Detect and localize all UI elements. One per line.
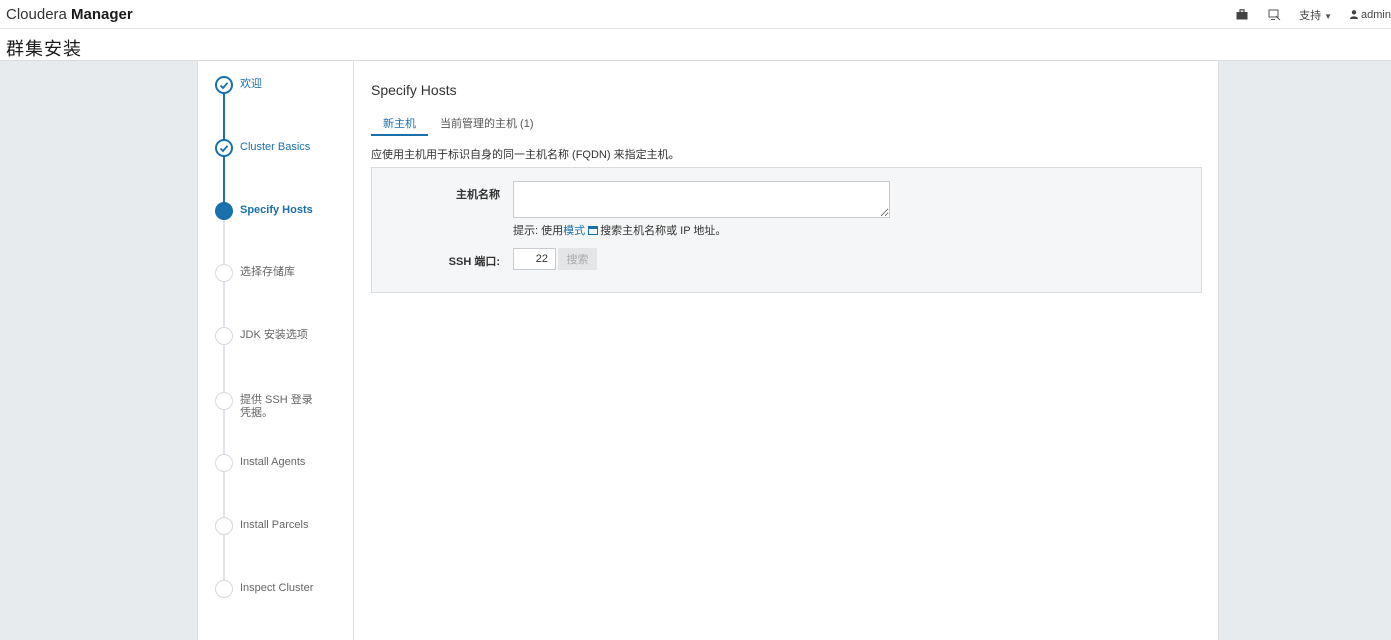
step-select-repository: 选择存储库 xyxy=(215,264,350,282)
hostname-label: 主机名称 xyxy=(456,189,500,201)
user-menu[interactable]: admin xyxy=(1350,9,1391,21)
step-label: 提供 SSH 登录凭据。 xyxy=(240,394,313,419)
step-label: Inspect Cluster xyxy=(240,582,314,594)
step-install-parcels: Install Parcels xyxy=(215,517,350,535)
main-content: Specify Hosts 新主机 当前管理的主机 (1) 应使用主机用于标识自… xyxy=(371,61,1203,640)
hint-prefix: 提示: 使用 xyxy=(513,225,564,237)
wizard-container: 欢迎 Cluster Basics Specify Hosts 选择存储库 JD… xyxy=(197,61,1219,640)
pending-step-icon xyxy=(215,517,233,535)
support-label: 支持 xyxy=(1299,9,1322,22)
section-title: Specify Hosts xyxy=(371,82,457,98)
step-jdk-options: JDK 安装选项 xyxy=(215,327,350,345)
popup-window-icon[interactable] xyxy=(588,225,599,235)
ssh-port-input[interactable] xyxy=(513,248,556,270)
step-label: JDK 安装选项 xyxy=(240,329,308,341)
step-label: Specify Hosts xyxy=(240,204,313,216)
pattern-link[interactable]: 模式 xyxy=(563,222,585,238)
pending-step-icon xyxy=(215,580,233,598)
top-navbar: Cloudera Manager 支持 ▼ admin xyxy=(0,0,1391,29)
support-menu[interactable]: 支持 ▼ xyxy=(1299,7,1332,23)
host-tabs: 新主机 当前管理的主机 (1) xyxy=(371,108,546,136)
check-icon xyxy=(215,139,233,157)
step-label: 欢迎 xyxy=(240,78,262,90)
wizard-steps: 欢迎 Cluster Basics Specify Hosts 选择存储库 JD… xyxy=(198,61,354,640)
title-bar: 群集安装 xyxy=(0,29,1391,61)
search-button[interactable]: 搜索 xyxy=(558,248,597,270)
instruction-text: 应使用主机用于标识自身的同一主机名称 (FQDN) 来指定主机。 xyxy=(371,149,680,161)
caret-down-icon: ▼ xyxy=(1324,11,1333,21)
user-label: admin xyxy=(1361,8,1391,21)
brand-logo[interactable]: Cloudera Manager xyxy=(6,6,133,23)
brand-light: Cloudera xyxy=(6,6,67,23)
step-cluster-basics[interactable]: Cluster Basics xyxy=(215,139,350,157)
tour-icon[interactable] xyxy=(1267,8,1281,22)
tab-new-hosts[interactable]: 新主机 xyxy=(371,108,428,136)
hostname-input[interactable] xyxy=(513,181,890,218)
step-label: Install Parcels xyxy=(240,519,309,531)
pending-step-icon xyxy=(215,327,233,345)
step-inspect-cluster: Inspect Cluster xyxy=(215,580,350,598)
page-title: 群集安装 xyxy=(6,39,82,59)
briefcase-icon[interactable] xyxy=(1235,8,1249,22)
brand-bold: Manager xyxy=(71,6,133,23)
tab-managed-hosts[interactable]: 当前管理的主机 (1) xyxy=(428,108,546,136)
pending-step-icon xyxy=(215,454,233,472)
top-nav-right: 支持 ▼ admin xyxy=(1235,0,1391,29)
ssh-port-label: SSH 端口: xyxy=(448,256,500,268)
step-welcome[interactable]: 欢迎 xyxy=(215,76,350,94)
pending-step-icon xyxy=(215,392,233,410)
host-search-form: 主机名称 提示: 使用 模式 搜索主机名称或 IP 地址。 SSH 端口: 搜索 xyxy=(371,167,1202,293)
active-step-icon xyxy=(215,202,233,220)
pattern-hint: 提示: 使用 模式 搜索主机名称或 IP 地址。 xyxy=(513,222,726,238)
step-specify-hosts: Specify Hosts xyxy=(215,202,350,220)
hint-suffix: 搜索主机名称或 IP 地址。 xyxy=(600,225,727,237)
step-label: 选择存储库 xyxy=(240,266,295,278)
step-install-agents: Install Agents xyxy=(215,454,350,472)
pending-step-icon xyxy=(215,264,233,282)
step-label: Install Agents xyxy=(240,456,306,468)
user-icon xyxy=(1350,10,1359,19)
check-icon xyxy=(215,76,233,94)
step-ssh-credentials: 提供 SSH 登录凭据。 xyxy=(215,392,350,420)
step-label: Cluster Basics xyxy=(240,141,311,153)
